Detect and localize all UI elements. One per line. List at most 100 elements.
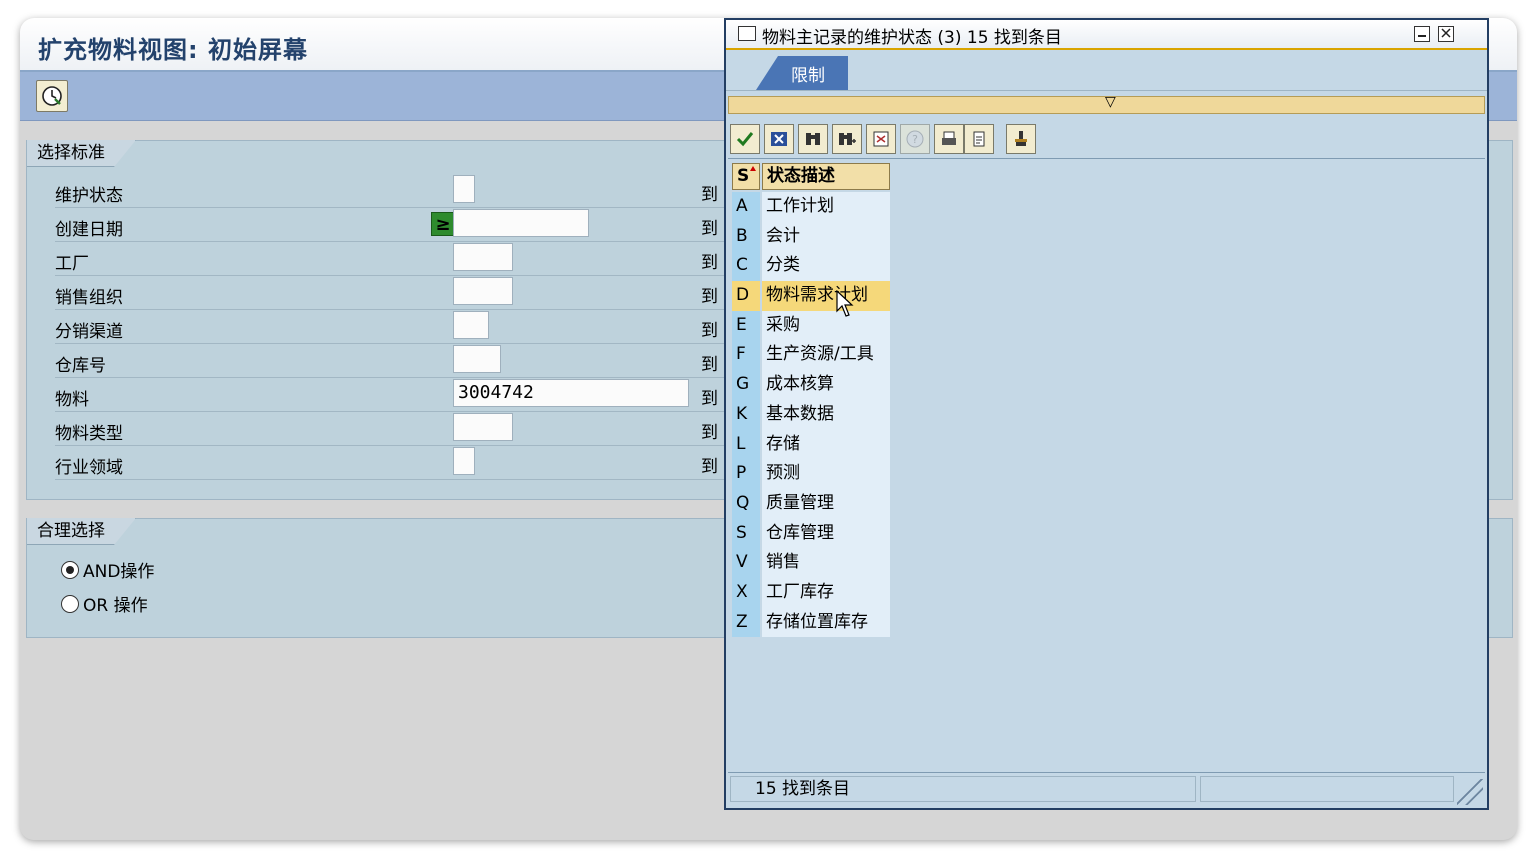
status-code[interactable]: F [732,340,760,371]
confirm-button[interactable] [730,124,760,154]
close-button[interactable] [1438,26,1454,42]
to-label: 到 [701,457,718,477]
status-description[interactable]: 采购 [762,310,890,341]
status-code[interactable]: G [732,370,760,400]
help-button[interactable]: ? [900,124,930,154]
warehouse-input[interactable] [453,345,501,373]
material-input[interactable]: 3004742 [453,379,689,407]
clipboard-icon [973,131,985,147]
list-item[interactable]: Z 存储位置库存 [732,607,890,638]
row-label: 行业领域 [55,458,123,478]
execute-button[interactable] [36,80,68,112]
status-description[interactable]: 分类 [762,251,890,282]
status-description[interactable]: 生产资源/工具 [762,340,890,371]
minimize-button[interactable] [1414,26,1430,42]
radio-button[interactable] [61,560,79,579]
list-item[interactable]: B 会计 [732,221,890,252]
list-item[interactable]: V 销售 [732,548,890,578]
svg-text:?: ? [912,133,918,146]
status-description[interactable]: 存储位置库存 [762,607,890,638]
status-code[interactable]: C [732,251,760,282]
status-code[interactable]: A [732,192,760,222]
list-item[interactable]: X 工厂库存 [732,577,890,608]
status-description[interactable]: 质量管理 [762,488,890,519]
status-code[interactable]: P [732,459,760,489]
status-description[interactable]: 会计 [762,221,890,252]
cancel-button[interactable] [764,124,794,154]
list-item[interactable]: S 仓库管理 [732,518,890,549]
status-description[interactable]: 基本数据 [762,399,890,430]
column-header-s[interactable]: S [732,163,760,190]
filter-icon [873,131,889,147]
popup-toolbar: ? [730,122,1036,156]
status-code[interactable]: E [732,310,760,341]
status-description[interactable]: 物料需求计划 [762,281,890,311]
maintenance-status-input[interactable] [453,175,475,203]
group-title: 合理选择 [27,518,136,545]
find-next-button[interactable] [832,124,862,154]
row-label: 仓库号 [55,356,106,376]
radio-button[interactable] [61,594,79,613]
list-item[interactable]: A 工作计划 [732,192,890,222]
result-grid: S 状态描述 A 工作计划 B 会计 C 分类 D 物料需求计划 E 采购 F 生产资源/工… [728,158,1485,771]
list-item[interactable]: F 生产资源/工具 [732,340,890,371]
list-item[interactable]: Q 质量管理 [732,488,890,519]
cancel-icon [771,132,787,146]
row-label: 创建日期 [55,220,123,240]
settings-icon [1015,131,1027,146]
status-code[interactable]: Z [732,607,760,638]
list-item[interactable]: K 基本数据 [732,399,890,430]
check-icon [736,132,754,147]
industry-sector-input[interactable] [453,447,475,475]
status-code[interactable]: Q [732,488,760,519]
status-description[interactable]: 工厂库存 [762,577,890,608]
column-header-description[interactable]: 状态描述 [762,163,890,190]
status-code[interactable]: S [732,518,760,549]
and-option[interactable]: AND操作 [61,557,154,582]
to-label: 到 [701,423,718,443]
status-code[interactable]: X [732,577,760,608]
find-next-icon [839,133,856,145]
restriction-collapse-bar[interactable]: ▽ [728,94,1485,114]
list-item[interactable]: P 预测 [732,459,890,489]
status-code[interactable]: B [732,221,760,252]
collapse-arrow-icon[interactable]: ▽ [1105,94,1116,110]
status-description[interactable]: 预测 [762,459,890,489]
list-item-selected[interactable]: D 物料需求计划 [732,281,890,311]
or-option[interactable]: OR 操作 [61,591,148,616]
to-label: 到 [701,253,718,273]
tab-restrictions[interactable]: 限制 [756,56,848,90]
row-label: 销售组织 [55,288,123,308]
row-label: 分销渠道 [55,322,123,342]
status-description[interactable]: 工作计划 [762,192,890,222]
plant-input[interactable] [453,243,513,271]
find-button[interactable] [798,124,828,154]
sales-org-input[interactable] [453,277,513,305]
resize-grip-icon[interactable] [1457,779,1483,805]
mouse-cursor-icon [836,290,854,317]
status-description[interactable]: 存储 [762,429,890,460]
material-type-input[interactable] [453,413,513,441]
row-maintenance-status: 维护状态 到 [55,175,725,208]
clipboard-button[interactable] [964,124,994,154]
to-label: 到 [701,185,718,205]
creation-date-input[interactable] [453,209,589,237]
greater-equal-icon[interactable]: ≥ [431,212,455,236]
settings-button[interactable] [1006,124,1036,154]
status-code[interactable]: V [732,548,760,578]
status-code[interactable]: L [732,429,760,460]
status-description[interactable]: 仓库管理 [762,518,890,549]
list-item[interactable]: L 存储 [732,429,890,460]
status-code[interactable]: D [732,281,760,311]
filter-button[interactable] [866,124,896,154]
list-item[interactable]: C 分类 [732,251,890,282]
distribution-channel-input[interactable] [453,311,489,339]
status-code[interactable]: K [732,399,760,430]
status-description[interactable]: 成本核算 [762,370,890,400]
status-description[interactable]: 销售 [762,548,890,578]
clock-execute-icon [42,86,62,106]
list-item[interactable]: G 成本核算 [732,370,890,400]
print-button[interactable] [934,124,964,154]
minimize-icon [1418,35,1426,37]
list-item[interactable]: E 采购 [732,310,890,341]
